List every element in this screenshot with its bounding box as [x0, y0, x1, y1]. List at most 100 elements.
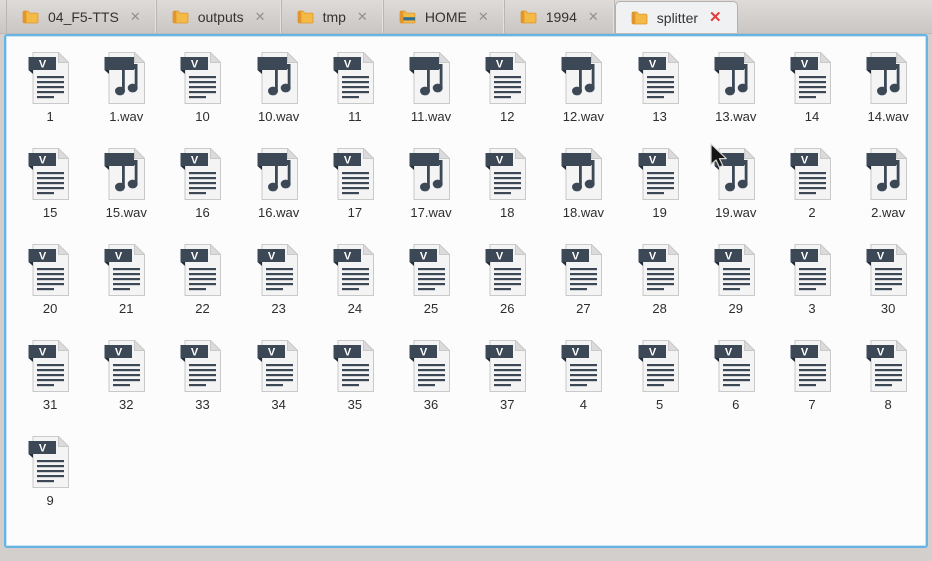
file-item-12[interactable]: V 12 [469, 48, 545, 144]
file-item-4[interactable]: V 4 [545, 336, 621, 432]
v-badge: V [39, 58, 47, 70]
text-file-icon: V [636, 146, 684, 202]
file-item-17[interactable]: V 17 [317, 144, 393, 240]
tab-close-button[interactable]: ✕ [255, 10, 266, 23]
file-name-label: 5 [656, 397, 663, 412]
file-item-18-wav[interactable]: 18.wav [545, 144, 621, 240]
file-item-13[interactable]: V 13 [622, 48, 698, 144]
file-item-14[interactable]: V 14 [774, 48, 850, 144]
tab-bar: 04_F5-TTS✕ outputs✕ tmp✕ HOME ✕ 1994✕ spl… [0, 0, 932, 34]
file-name-label: 9 [46, 493, 53, 508]
v-badge: V [572, 346, 580, 358]
audio-file-icon [255, 50, 303, 106]
file-item-23[interactable]: V 23 [241, 240, 317, 336]
file-name-label: 15 [43, 205, 57, 220]
file-item-2-wav[interactable]: 2.wav [850, 144, 926, 240]
audio-file-icon [407, 146, 455, 202]
file-item-8[interactable]: V 8 [850, 336, 926, 432]
v-badge: V [267, 346, 275, 358]
file-item-26[interactable]: V 26 [469, 240, 545, 336]
file-item-30[interactable]: V 30 [850, 240, 926, 336]
file-item-24[interactable]: V 24 [317, 240, 393, 336]
file-item-16[interactable]: V 16 [164, 144, 240, 240]
file-item-29[interactable]: V 29 [698, 240, 774, 336]
file-item-10[interactable]: V 10 [164, 48, 240, 144]
tab-close-button[interactable]: ✕ [357, 10, 368, 23]
file-name-label: 29 [729, 301, 743, 316]
file-item-22[interactable]: V 22 [164, 240, 240, 336]
v-badge: V [648, 346, 656, 358]
file-item-19[interactable]: V 19 [622, 144, 698, 240]
file-name-label: 1.wav [109, 109, 143, 124]
file-name-label: 6 [732, 397, 739, 412]
file-item-28[interactable]: V 28 [622, 240, 698, 336]
folder-icon [172, 10, 189, 24]
tab-outputs[interactable]: outputs✕ [157, 0, 282, 33]
file-item-12-wav[interactable]: 12.wav [545, 48, 621, 144]
audio-file-icon [559, 50, 607, 106]
file-item-33[interactable]: V 33 [164, 336, 240, 432]
file-item-36[interactable]: V 36 [393, 336, 469, 432]
file-name-label: 14 [805, 109, 819, 124]
file-name-label: 4 [580, 397, 587, 412]
tab-label: HOME [425, 9, 467, 25]
file-item-31[interactable]: V 31 [12, 336, 88, 432]
folder-icon [631, 11, 648, 25]
tab-04-f5-tts[interactable]: 04_F5-TTS✕ [6, 0, 157, 33]
text-file-icon: V [255, 338, 303, 394]
file-item-32[interactable]: V 32 [88, 336, 164, 432]
file-item-16-wav[interactable]: 16.wav [241, 144, 317, 240]
file-name-label: 27 [576, 301, 590, 316]
file-item-9[interactable]: V 9 [12, 432, 88, 528]
v-badge: V [39, 154, 47, 166]
text-file-icon: V [559, 242, 607, 298]
file-item-10-wav[interactable]: 10.wav [241, 48, 317, 144]
tab-close-button[interactable]: ✕ [130, 10, 141, 23]
text-file-icon: V [178, 338, 226, 394]
tab-splitter[interactable]: splitter✕ [615, 1, 738, 33]
file-item-21[interactable]: V 21 [88, 240, 164, 336]
file-item-14-wav[interactable]: 14.wav [850, 48, 926, 144]
file-item-27[interactable]: V 27 [545, 240, 621, 336]
file-item-11-wav[interactable]: 11.wav [393, 48, 469, 144]
tab-close-button[interactable]: ✕ [588, 10, 599, 23]
text-file-icon: V [636, 338, 684, 394]
tab-close-button[interactable]: ✕ [478, 10, 489, 23]
file-item-3[interactable]: V 3 [774, 240, 850, 336]
tab-close-button[interactable]: ✕ [709, 11, 722, 24]
folder-view[interactable]: V 1 1.wav V 10 [4, 34, 928, 548]
tab-tmp[interactable]: tmp✕ [282, 0, 384, 33]
file-item-17-wav[interactable]: 17.wav [393, 144, 469, 240]
file-name-label: 23 [271, 301, 285, 316]
file-item-34[interactable]: V 34 [241, 336, 317, 432]
file-item-6[interactable]: V 6 [698, 336, 774, 432]
file-name-label: 19 [652, 205, 666, 220]
text-file-icon: V [864, 242, 912, 298]
text-file-icon: V [26, 242, 74, 298]
file-item-13-wav[interactable]: 13.wav [698, 48, 774, 144]
file-name-label: 12 [500, 109, 514, 124]
file-item-15[interactable]: V 15 [12, 144, 88, 240]
text-file-icon: V [331, 338, 379, 394]
file-item-19-wav[interactable]: 19.wav [698, 144, 774, 240]
v-badge: V [344, 250, 352, 262]
folder-icon [297, 10, 314, 24]
file-item-7[interactable]: V 7 [774, 336, 850, 432]
v-badge: V [344, 58, 352, 70]
tab-1994[interactable]: 1994✕ [505, 0, 615, 33]
text-file-icon: V [483, 146, 531, 202]
text-file-icon: V [788, 242, 836, 298]
file-item-15-wav[interactable]: 15.wav [88, 144, 164, 240]
file-item-25[interactable]: V 25 [393, 240, 469, 336]
file-item-2[interactable]: V 2 [774, 144, 850, 240]
tab-home[interactable]: HOME ✕ [384, 0, 505, 33]
file-item-35[interactable]: V 35 [317, 336, 393, 432]
file-item-20[interactable]: V 20 [12, 240, 88, 336]
file-item-11[interactable]: V 11 [317, 48, 393, 144]
file-item-1[interactable]: V 1 [12, 48, 88, 144]
v-badge: V [877, 346, 885, 358]
file-item-1-wav[interactable]: 1.wav [88, 48, 164, 144]
file-item-37[interactable]: V 37 [469, 336, 545, 432]
file-item-18[interactable]: V 18 [469, 144, 545, 240]
file-item-5[interactable]: V 5 [622, 336, 698, 432]
